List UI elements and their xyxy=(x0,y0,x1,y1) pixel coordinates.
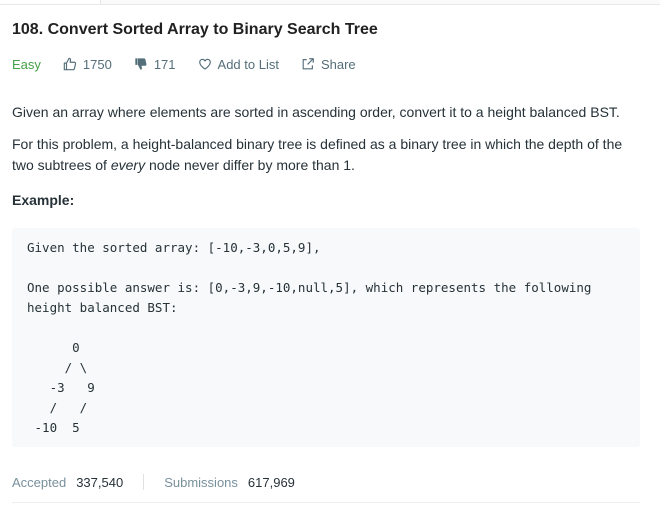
difficulty-badge: Easy xyxy=(12,56,41,72)
bottom-divider xyxy=(12,502,640,503)
code-line: One possible answer is: [0,-3,9,-10,null… xyxy=(27,280,592,295)
tab-edge xyxy=(0,0,101,4)
description-paragraph-2: For this problem, a height-balanced bina… xyxy=(12,134,644,176)
problem-description: Given an array where elements are sorted… xyxy=(12,102,644,225)
accepted-label: Accepted xyxy=(12,474,67,490)
dislike-count: 171 xyxy=(153,56,176,72)
thumbs-up-icon xyxy=(63,57,77,71)
code-line: -10 5 xyxy=(27,420,80,435)
like-count: 1750 xyxy=(82,56,112,72)
thumbs-down-icon xyxy=(135,58,147,70)
code-line: / \ xyxy=(27,360,88,375)
accepted-value: 337,540 xyxy=(76,474,124,490)
top-border xyxy=(0,0,660,5)
example-heading: Example: xyxy=(12,192,75,208)
submission-stats: Accepted 337,540 Submissions 617,969 xyxy=(12,474,295,490)
description-paragraph-1: Given an array where elements are sorted… xyxy=(12,104,620,120)
code-line: -3 9 xyxy=(27,380,95,395)
heart-icon xyxy=(198,58,211,70)
share-button[interactable]: Share xyxy=(301,57,356,72)
dislike-button[interactable]: 171 xyxy=(134,57,176,72)
add-to-list-label: Add to List xyxy=(217,56,279,72)
share-label: Share xyxy=(320,56,356,72)
share-icon xyxy=(302,58,314,70)
like-button[interactable]: 1750 xyxy=(63,57,112,72)
code-line: 0 xyxy=(27,340,80,355)
submissions-value: 617,969 xyxy=(247,474,295,490)
emphasis-text: every xyxy=(110,157,146,173)
stats-divider xyxy=(143,474,145,490)
description-text: node never differ by more than 1. xyxy=(145,157,355,173)
code-line: / / xyxy=(27,400,88,415)
code-line: height balanced BST: xyxy=(27,300,178,315)
code-line: Given the sorted array: [-10,-3,0,5,9], xyxy=(27,240,321,255)
problem-meta-bar: Easy 1750 171 Add to List Share xyxy=(12,55,378,73)
add-to-list-button[interactable]: Add to List xyxy=(198,57,279,72)
submissions-label: Submissions xyxy=(164,474,238,490)
example-code-block: Given the sorted array: [-10,-3,0,5,9], O… xyxy=(12,228,640,447)
problem-title: 108. Convert Sorted Array to Binary Sear… xyxy=(12,21,378,38)
